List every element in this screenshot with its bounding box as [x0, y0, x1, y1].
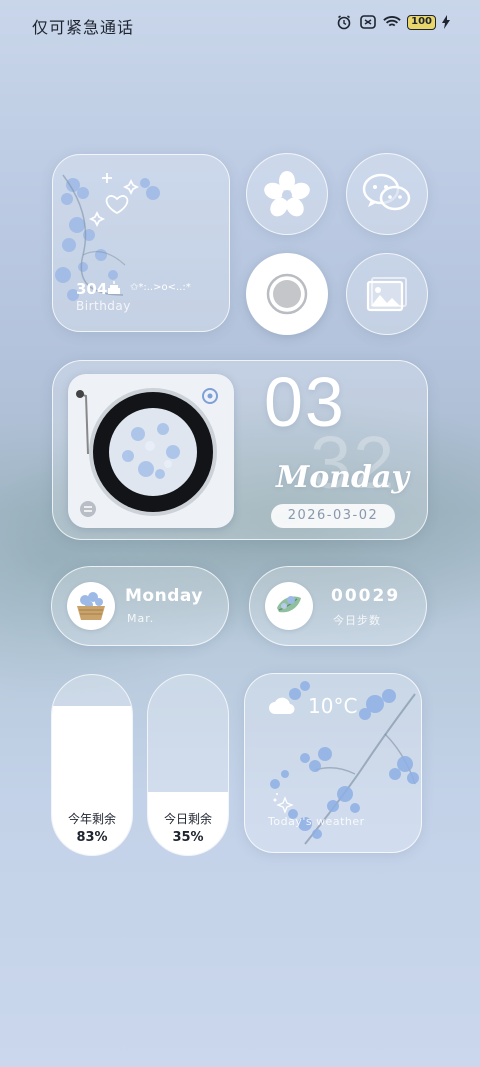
year-remaining-label: 今年剩余	[67, 812, 116, 826]
gallery-icon	[366, 277, 407, 312]
leaf-bird-icon	[265, 582, 313, 630]
wifi-icon	[383, 14, 401, 30]
chat-icon	[362, 173, 411, 211]
sim-icon	[359, 14, 377, 30]
step-label: 今日步数	[333, 614, 381, 627]
step-count: 00029	[331, 586, 401, 606]
charging-icon	[442, 14, 450, 30]
birthday-label: Birthday	[76, 299, 131, 313]
day-remaining-label: 今日剩余	[163, 812, 212, 826]
sparkle-stars-icon	[273, 793, 294, 814]
alarm-icon	[335, 14, 353, 30]
year-remaining-value: 83%	[76, 830, 108, 845]
day-remaining-value: 35%	[172, 830, 204, 845]
sparkle-heart-icon	[88, 173, 140, 228]
record-app-button[interactable]	[246, 253, 328, 335]
flower-basket-icon	[67, 582, 115, 630]
day-pill-title: Monday	[125, 586, 203, 606]
day-of-month: 03	[264, 363, 346, 441]
date-pill: 2026-03-02	[271, 504, 395, 528]
turntable[interactable]	[68, 374, 234, 528]
cake-icon	[106, 280, 122, 300]
birthday-count: 304	[76, 280, 108, 298]
status-icons: 100	[335, 14, 450, 30]
status-carrier-text: 仅可紧急通话	[32, 18, 135, 37]
weather-label: Today's weather	[268, 815, 365, 828]
weekday-script: Monday	[276, 460, 409, 495]
vinyl-record	[76, 388, 218, 517]
flower-app-button[interactable]	[246, 153, 328, 235]
day-pill-subtitle: Mar.	[127, 612, 155, 625]
temperature: 10°C	[308, 694, 358, 718]
birthday-decoration: ✩*:..>o<..:*	[130, 282, 191, 293]
battery-icon: 100	[407, 14, 436, 30]
day-remaining-bar[interactable]: 今日剩余 35%	[147, 674, 229, 856]
cloud-icon	[268, 694, 296, 720]
flower-icon	[264, 171, 310, 217]
gallery-app-button[interactable]	[346, 253, 428, 335]
record-icon	[266, 273, 308, 315]
chat-app-button[interactable]	[346, 153, 428, 235]
year-remaining-bar[interactable]: 今年剩余 83%	[51, 674, 133, 856]
